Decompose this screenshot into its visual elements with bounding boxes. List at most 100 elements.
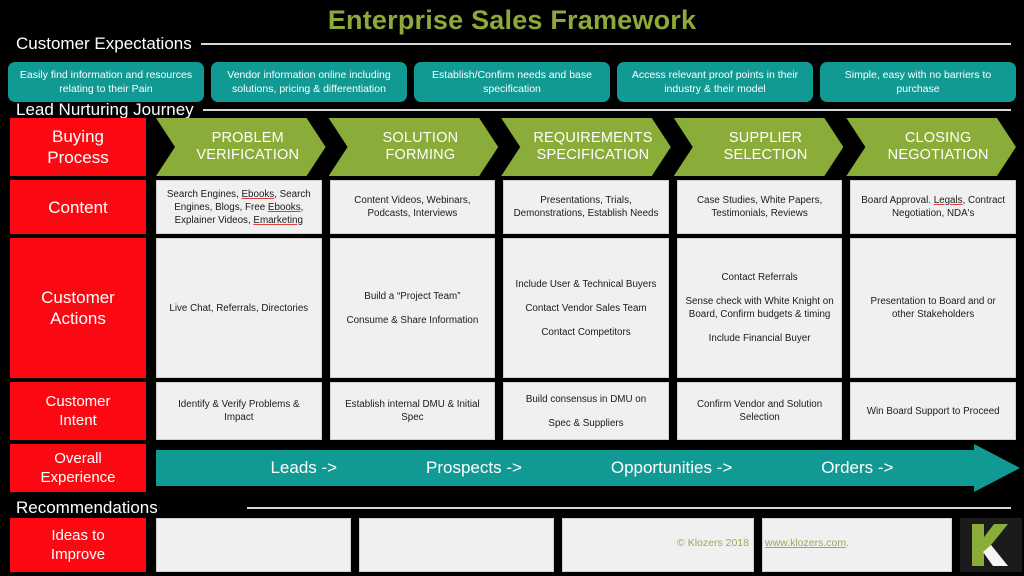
table-row-buying-process: Buying Process PROBLEM VERIFICATION SOLU… xyxy=(0,118,1024,176)
cell-paragraph: Include User & Technical Buyers xyxy=(515,278,657,290)
cell-paragraph: Case Studies, White Papers, Testimonials… xyxy=(685,194,835,220)
klozers-logo xyxy=(960,518,1022,572)
expectation-pill: Access relevant proof points in their in… xyxy=(617,62,813,102)
table-row-ideas-to-improve: Ideas to Improve © Klozers 2018 www.kloz… xyxy=(0,518,1024,572)
overall-experience-bar: Leads -> Prospects -> Opportunities -> O… xyxy=(156,450,976,486)
footer-period: . xyxy=(846,537,850,549)
cell-text: Search Engines, xyxy=(166,188,242,200)
customer-actions-cell: Contact Referrals Sense check with White … xyxy=(676,238,843,378)
cell-paragraph: Spec & Suppliers xyxy=(548,417,624,429)
misspelled-word: Legals xyxy=(933,195,963,206)
customer-actions-cell: Include User & Technical Buyers Contact V… xyxy=(503,238,669,378)
section-header-customer-expectations: Customer Expectations xyxy=(16,34,1011,54)
customer-intent-cells: Identify & Verify Problems & Impact Esta… xyxy=(156,382,1024,440)
stage-line: FORMING xyxy=(385,147,456,163)
stage-chevron-solution-forming: SOLUTION FORMING xyxy=(329,118,499,176)
klozers-k-icon xyxy=(960,518,1022,572)
row-label-line: Customer xyxy=(45,393,111,410)
ideas-cell-with-copyright[interactable]: © Klozers 2018 xyxy=(562,518,754,572)
journey-stage-label: Orders -> xyxy=(821,458,894,477)
row-label-line: Process xyxy=(47,148,109,167)
stage-line: REQUIREMENTS xyxy=(533,130,653,146)
row-label-line: Intent xyxy=(59,412,97,429)
section-header-rule xyxy=(202,109,1011,111)
row-label-line: Improve xyxy=(50,546,106,563)
customer-intent-cell: Confirm Vendor and Solution Selection xyxy=(676,382,843,440)
buying-process-stages: PROBLEM VERIFICATION SOLUTION FORMING RE… xyxy=(156,118,1024,176)
copyright-text: © Klozers 2018 xyxy=(677,537,749,549)
content-cell: Case Studies, White Papers, Testimonials… xyxy=(676,180,843,234)
customer-actions-cell: Build a “Project Team” Consume & Share In… xyxy=(329,238,496,378)
misspelled-word: Ebooks xyxy=(267,201,301,213)
row-label-line: Actions xyxy=(50,309,106,328)
website-link[interactable]: www.klozers.com xyxy=(765,537,846,549)
customer-actions-cells: Live Chat, Referrals, Directories Build … xyxy=(156,238,1024,378)
journey-stage-label: Leads -> xyxy=(270,458,338,477)
stage-line: NEGOTIATION xyxy=(887,147,989,163)
section-header-rule xyxy=(246,507,1011,509)
cell-paragraph: Identify & Verify Problems & Impact xyxy=(178,399,300,423)
arrow-head-icon xyxy=(974,444,1020,492)
cell-text: Content Videos, Webinars, Podcasts, Inte… xyxy=(354,195,471,219)
row-label-line: Overall xyxy=(54,450,102,467)
cell-paragraph: Build consensus in DMU on xyxy=(525,393,647,405)
cell-paragraph: Consume & Share Information xyxy=(346,314,479,326)
cell-paragraph: Search Engines, Ebooks, Search Engines, … xyxy=(164,188,314,227)
cell-paragraph: Board Approval. Legals, Contract Negotia… xyxy=(858,194,1008,220)
cell-paragraph: Content Videos, Webinars, Podcasts, Inte… xyxy=(338,194,488,220)
cell-paragraph: Sense check with White Knight on Board, … xyxy=(685,296,834,320)
table-row-content: Content Search Engines, Ebooks, Search E… xyxy=(0,180,1024,234)
website-link-wrap: www.klozers.com. xyxy=(765,536,849,550)
row-label-overall-experience: Overall Experience xyxy=(10,444,146,492)
section-header-recommendations: Recommendations xyxy=(16,498,1011,518)
page-title: Enterprise Sales Framework xyxy=(327,5,697,35)
row-label-ideas-to-improve: Ideas to Improve xyxy=(10,518,146,572)
stage-chevron-supplier-selection: SUPPLIER SELECTION xyxy=(674,118,844,176)
section-header-label: Customer Expectations xyxy=(16,34,192,53)
cell-text: Board Approval. xyxy=(861,195,934,206)
ideas-to-improve-cells: © Klozers 2018 www.klozers.com. xyxy=(156,518,1024,572)
cell-paragraph: Live Chat, Referrals, Directories xyxy=(169,302,309,314)
row-label-content: Content xyxy=(10,180,146,234)
cell-paragraph: Build a “Project Team” xyxy=(364,290,461,302)
cell-paragraph: Contact Vendor Sales Team xyxy=(525,302,647,314)
row-label-customer-actions: Customer Actions xyxy=(10,238,146,378)
misspelled-word: Emarketing xyxy=(253,214,303,226)
section-header-lead-nurturing-journey: Lead Nurturing Journey xyxy=(16,100,1011,120)
table-row-customer-intent: Customer Intent Identify & Verify Proble… xyxy=(0,382,1024,440)
ideas-cell-with-website[interactable]: www.klozers.com. xyxy=(762,518,952,572)
content-cell: Board Approval. Legals, Contract Negotia… xyxy=(850,180,1016,234)
content-cell: Search Engines, Ebooks, Search Engines, … xyxy=(156,180,322,234)
cell-text: Case Studies, White Papers, Testimonials… xyxy=(696,195,823,219)
expectation-pill: Vendor information online including solu… xyxy=(211,62,407,102)
recommendations-grid: Ideas to Improve © Klozers 2018 www.kloz… xyxy=(0,518,1024,576)
stage-line: VERIFICATION xyxy=(196,147,300,163)
stage-chevron-requirements-specification: REQUIREMENTS SPECIFICATION xyxy=(501,118,671,176)
journey-stage-label: Prospects -> xyxy=(426,458,522,477)
misspelled-word: Ebooks xyxy=(241,188,275,200)
cell-paragraph: Contact Referrals xyxy=(721,272,798,283)
ideas-cell[interactable] xyxy=(359,518,554,572)
expectation-pill: Easily find information and resources re… xyxy=(8,62,204,102)
row-label-line: Buying xyxy=(52,127,104,146)
section-header-rule xyxy=(200,43,1011,45)
cell-paragraph: Confirm Vendor and Solution Selection xyxy=(696,399,823,423)
framework-grid: Buying Process PROBLEM VERIFICATION SOLU… xyxy=(0,118,1024,496)
stage-line: CLOSING xyxy=(904,130,972,146)
customer-intent-cell: Establish internal DMU & Initial Spec xyxy=(329,382,496,440)
cell-paragraph: Contact Competitors xyxy=(541,326,631,338)
overall-experience-arrow: Leads -> Prospects -> Opportunities -> O… xyxy=(156,444,1020,492)
cell-text: Presentations, Trials, Demonstrations, E… xyxy=(513,195,659,219)
table-row-customer-actions: Customer Actions Live Chat, Referrals, D… xyxy=(0,238,1024,378)
content-cell: Presentations, Trials, Demonstrations, E… xyxy=(503,180,669,234)
expectation-pill: Simple, easy with no barriers to purchas… xyxy=(820,62,1016,102)
customer-intent-cell: Build consensus in DMU on Spec & Supplier… xyxy=(503,382,669,440)
content-cells: Search Engines, Ebooks, Search Engines, … xyxy=(156,180,1024,234)
row-label-line: Experience xyxy=(40,469,116,486)
cell-paragraph: Presentations, Trials, Demonstrations, E… xyxy=(511,194,661,220)
cell-paragraph: Win Board Support to Proceed xyxy=(866,405,1000,417)
stage-line: SUPPLIER xyxy=(728,130,803,146)
section-header-label: Recommendations xyxy=(16,498,158,517)
ideas-cell[interactable] xyxy=(156,518,351,572)
row-label-buying-process: Buying Process xyxy=(10,118,146,176)
